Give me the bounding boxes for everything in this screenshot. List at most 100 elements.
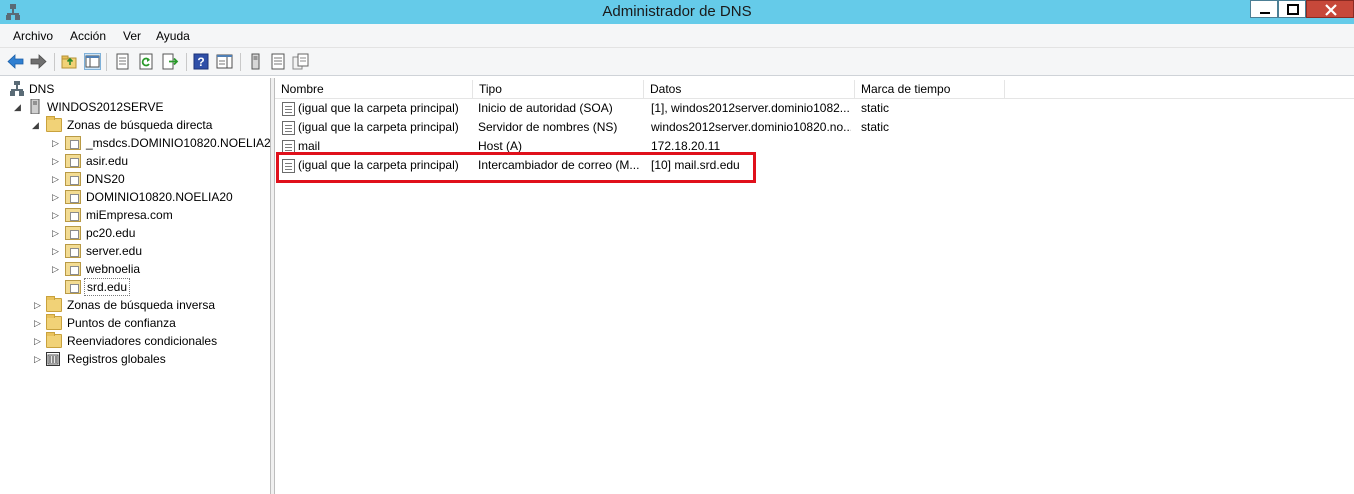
cell-data: [1], windos2012server.dominio1082... [651, 101, 850, 115]
zone-icon [65, 280, 81, 294]
list-header: Nombre Tipo Datos Marca de tiempo [275, 80, 1354, 99]
cell-timestamp: static [861, 101, 890, 115]
column-header-datos[interactable]: Datos [644, 80, 855, 99]
tree-label: Puntos de confianza [67, 316, 176, 330]
console-tree: DNS ◢ WINDOS2012SERVE ◢ Zonas de búsqued… [0, 78, 277, 494]
collapsed-arrow-icon[interactable]: ▷ [52, 188, 62, 206]
column-header-tipo[interactable]: Tipo [473, 80, 644, 99]
cell-timestamp: static [861, 120, 890, 134]
collapsed-arrow-icon[interactable]: ▷ [52, 170, 62, 188]
menu-ver[interactable]: Ver [123, 29, 141, 43]
folder-icon [46, 332, 62, 348]
collapsed-arrow-icon[interactable]: ▷ [34, 350, 44, 368]
close-button[interactable] [1306, 0, 1354, 18]
title-bar: Administrador de DNS [0, 0, 1354, 24]
maximize-icon [1287, 4, 1299, 15]
zone-icon [65, 190, 81, 204]
zone-icon [65, 208, 81, 222]
record-list-icon[interactable] [270, 53, 287, 70]
collapsed-arrow-icon[interactable]: ▷ [52, 242, 62, 260]
tree-label: webnoelia [86, 262, 141, 276]
collapsed-arrow-icon[interactable]: ▷ [34, 332, 44, 350]
cell-name: (igual que la carpeta principal) [298, 120, 459, 134]
menu-archivo[interactable]: Archivo [13, 29, 53, 43]
tree-label: miEmpresa.com [86, 208, 173, 222]
export-list-icon[interactable] [162, 53, 179, 70]
dns-record-icon [282, 121, 295, 135]
expanded-arrow-icon[interactable]: ◢ [32, 116, 42, 134]
tree-item-zone[interactable]: ▷ _msdcs.DOMINIO10820.NOELIA20 [0, 134, 277, 152]
maximize-button[interactable] [1278, 0, 1306, 18]
close-icon [1325, 4, 1337, 16]
column-header-marca-de-tiempo[interactable]: Marca de tiempo [855, 80, 1005, 99]
collapsed-arrow-icon[interactable]: ▷ [34, 296, 44, 314]
tree-label: Registros globales [67, 352, 166, 366]
tree-item-zone[interactable]: ▷ webnoelia [0, 260, 270, 278]
copy-record-icon[interactable] [292, 53, 309, 70]
tree-root-dns[interactable]: DNS [0, 80, 270, 98]
show-hide-tree-icon[interactable] [84, 53, 101, 70]
zone-icon [65, 172, 81, 186]
expanded-arrow-icon[interactable]: ◢ [14, 98, 24, 116]
collapsed-arrow-icon[interactable]: ▷ [52, 260, 62, 278]
collapsed-arrow-icon[interactable]: ▷ [52, 152, 62, 170]
tree-item-conditional-forwarders[interactable]: ▷ Reenviadores condicionales [0, 332, 270, 350]
menu-ayuda[interactable]: Ayuda [156, 29, 190, 43]
tree-item-forward-zones[interactable]: ◢ Zonas de búsqueda directa [0, 116, 270, 134]
event-log-icon [46, 352, 60, 366]
cell-name: (igual que la carpeta principal) [298, 101, 459, 115]
tree-item-zone[interactable]: ▷ DOMINIO10820.NOELIA20 [0, 188, 270, 206]
tree-label: DNS [29, 82, 55, 96]
server-icon [29, 98, 41, 115]
tree-item-reverse-zones[interactable]: ▷ Zonas de búsqueda inversa [0, 296, 270, 314]
svg-text:?: ? [197, 55, 204, 69]
collapsed-arrow-icon[interactable]: ▷ [52, 224, 62, 242]
tree-item-zone[interactable]: ▷ asir.edu [0, 152, 270, 170]
forward-arrow-icon[interactable] [30, 53, 47, 70]
zone-icon [65, 262, 81, 276]
cell-type: Inicio de autoridad (SOA) [478, 101, 613, 115]
tree-label: pc20.edu [86, 226, 136, 240]
tree-label: WINDOS2012SERVE [47, 100, 164, 114]
tree-item-zone[interactable]: ▷ server.edu [0, 242, 270, 260]
tree-label: Zonas de búsqueda directa [67, 118, 213, 132]
tree-item-zone-selected[interactable]: srd.edu [0, 278, 270, 296]
window-title: Administrador de DNS [602, 3, 752, 20]
tree-item-zone[interactable]: ▷ pc20.edu [0, 224, 270, 242]
tree-item-zone[interactable]: ▷ miEmpresa.com [0, 206, 270, 224]
minimize-button[interactable] [1250, 0, 1278, 18]
folder-icon [46, 116, 62, 132]
zone-icon [65, 226, 81, 240]
server-icon[interactable] [247, 53, 264, 70]
collapsed-arrow-icon[interactable]: ▷ [52, 206, 62, 224]
folder-icon [46, 296, 62, 312]
show-hide-action-pane-icon[interactable] [216, 53, 233, 70]
column-header-nombre[interactable]: Nombre [275, 80, 473, 99]
help-icon[interactable]: ? [193, 53, 210, 70]
properties-icon[interactable] [114, 53, 131, 70]
minimize-icon [1260, 12, 1270, 14]
highlight-annotation-box [276, 152, 756, 183]
table-row[interactable]: (igual que la carpeta principal) Servido… [275, 118, 1354, 137]
tree-label: DNS20 [86, 172, 125, 186]
zone-icon [65, 136, 81, 150]
collapsed-arrow-icon[interactable]: ▷ [52, 134, 62, 152]
up-folder-icon[interactable] [61, 53, 78, 70]
table-row[interactable]: (igual que la carpeta principal) Inicio … [275, 99, 1354, 118]
dns-record-icon [282, 102, 295, 116]
toolbar: ? [0, 48, 1354, 76]
zone-icon [65, 244, 81, 258]
dns-icon [10, 81, 24, 96]
tree-item-zone[interactable]: ▷ DNS20 [0, 170, 270, 188]
cell-type: Servidor de nombres (NS) [478, 120, 618, 134]
menu-accion[interactable]: Acción [70, 29, 106, 43]
tree-item-trust-points[interactable]: ▷ Puntos de confianza [0, 314, 270, 332]
tree-label: server.edu [86, 244, 143, 258]
back-arrow-icon[interactable] [7, 53, 24, 70]
tree-label: _msdcs.DOMINIO10820.NOELIA20 [86, 136, 278, 150]
tree-item-global-logs[interactable]: ▷ Registros globales [0, 350, 270, 368]
records-list: Nombre Tipo Datos Marca de tiempo (igual… [275, 78, 1354, 494]
refresh-icon[interactable] [138, 53, 155, 70]
collapsed-arrow-icon[interactable]: ▷ [34, 314, 44, 332]
tree-item-server[interactable]: ◢ WINDOS2012SERVE [0, 98, 270, 116]
